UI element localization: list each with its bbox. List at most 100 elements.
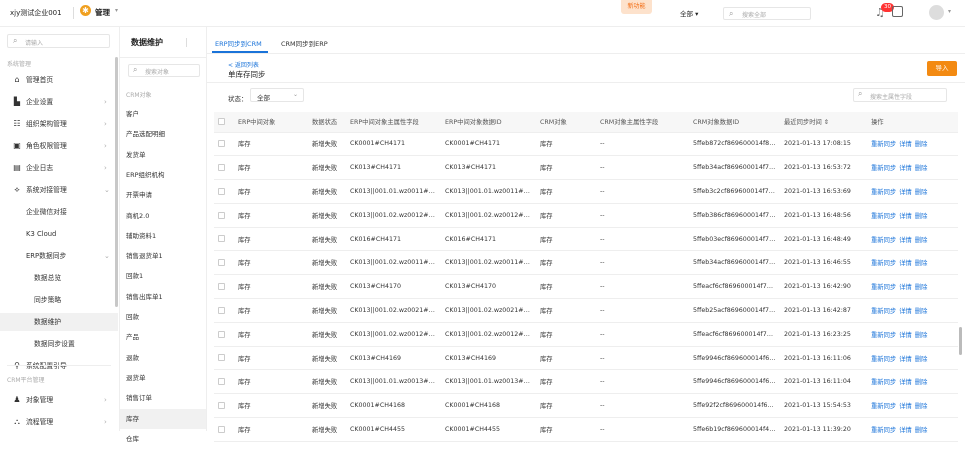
delete-link[interactable]: 删除: [915, 379, 928, 386]
detail-link[interactable]: 详情: [899, 356, 912, 363]
detail-link[interactable]: 详情: [899, 403, 912, 410]
resync-link[interactable]: 重新同步: [871, 213, 896, 220]
row-checkbox-cell[interactable]: [214, 393, 234, 419]
sidebar-search-input[interactable]: ⌕ 请输入: [7, 34, 110, 48]
message-icon[interactable]: [892, 6, 903, 17]
sidebar-scrollbar[interactable]: [115, 57, 118, 307]
chevron-down-icon[interactable]: ▾: [948, 8, 951, 15]
search-scope-select[interactable]: 全部 ▾: [680, 8, 698, 18]
delete-link[interactable]: 删除: [915, 213, 928, 220]
object-list-item[interactable]: 库存: [120, 408, 206, 429]
detail-link[interactable]: 详情: [899, 237, 912, 244]
sidebar-item-company-settings[interactable]: ▙ 企业设置 ›: [0, 93, 118, 111]
row-checkbox-cell[interactable]: [214, 155, 234, 181]
checkbox-icon[interactable]: [218, 354, 225, 362]
object-list-item[interactable]: 商机2.0: [120, 206, 206, 226]
back-to-list-link[interactable]: < 返回列表: [228, 60, 259, 69]
object-list-item[interactable]: 仓库: [120, 429, 206, 449]
checkbox-icon[interactable]: [218, 425, 225, 433]
checkbox-icon[interactable]: [218, 330, 225, 338]
new-feature-badge[interactable]: 新功能: [621, 0, 652, 14]
sidebar-item-data-maintenance[interactable]: 数据维护: [0, 313, 118, 331]
delete-link[interactable]: 删除: [915, 403, 928, 410]
row-checkbox-cell[interactable]: [214, 132, 234, 157]
object-list-item[interactable]: 退款: [120, 348, 206, 368]
checkbox-icon[interactable]: [218, 259, 225, 267]
row-checkbox-cell[interactable]: [214, 203, 234, 228]
sidebar-item-erp-sync[interactable]: ERP数据同步 ⌄: [0, 247, 118, 265]
sidebar-item-k3cloud[interactable]: K3 Cloud: [0, 225, 118, 243]
object-list-item[interactable]: 产品: [120, 327, 206, 347]
detail-link[interactable]: 详情: [899, 379, 912, 386]
row-checkbox-cell[interactable]: [214, 322, 234, 347]
sort-column-header[interactable]: 最近同步时间 ⇕: [780, 112, 867, 133]
detail-link[interactable]: 详情: [899, 332, 912, 339]
org-name[interactable]: xjy测试企业001: [10, 8, 62, 18]
sidebar-item-config-guide[interactable]: ⚲ 系统配置引导: [0, 357, 118, 375]
detail-link[interactable]: 详情: [899, 260, 912, 267]
checkbox-icon[interactable]: [218, 211, 225, 219]
object-list-item[interactable]: 客户: [120, 104, 206, 124]
sidebar-item-roles[interactable]: ▣ 角色权限管理 ›: [0, 137, 118, 155]
checkbox-icon[interactable]: [218, 401, 225, 409]
object-list-item[interactable]: 回款: [120, 307, 206, 327]
checkbox-icon[interactable]: [218, 235, 225, 243]
delete-link[interactable]: 删除: [915, 237, 928, 244]
sidebar-item-sync-strategy[interactable]: 同步策略: [0, 291, 118, 309]
detail-link[interactable]: 详情: [899, 189, 912, 196]
sidebar-item-logs[interactable]: ▤ 企业日志 ›: [0, 159, 118, 177]
sidebar-item-home[interactable]: ⌂ 管理首页: [0, 71, 118, 89]
sidebar-item-org-structure[interactable]: ☷ 组织架构管理 ›: [0, 115, 118, 133]
sidebar-item-data-overview[interactable]: 数据总览: [0, 269, 118, 287]
resync-link[interactable]: 重新同步: [871, 141, 896, 148]
resync-link[interactable]: 重新同步: [871, 308, 896, 315]
module-switcher[interactable]: 管理: [95, 7, 110, 18]
resync-link[interactable]: 重新同步: [871, 260, 896, 267]
status-filter-select[interactable]: 全部 ⌄: [250, 88, 304, 102]
object-list-item[interactable]: 辅助资料1: [120, 226, 206, 246]
object-list-item[interactable]: 销售退货单1: [120, 246, 206, 266]
row-checkbox-cell[interactable]: [214, 369, 234, 395]
object-list-item[interactable]: 开票申请: [120, 185, 206, 205]
chevron-down-icon[interactable]: ▾: [115, 7, 118, 14]
delete-link[interactable]: 删除: [915, 189, 928, 196]
checkbox-icon[interactable]: [218, 187, 225, 195]
resync-link[interactable]: 重新同步: [871, 379, 896, 386]
checkbox-icon[interactable]: [218, 118, 225, 125]
resync-link[interactable]: 重新同步: [871, 284, 896, 291]
resync-link[interactable]: 重新同步: [871, 165, 896, 172]
object-list-item[interactable]: 退货单: [120, 368, 206, 388]
row-checkbox-cell[interactable]: [214, 274, 234, 300]
tab-crm-to-erp[interactable]: CRM同步到ERP: [281, 38, 328, 48]
table-scrollbar[interactable]: [959, 327, 962, 355]
object-list-item[interactable]: ERP组织机构: [120, 165, 206, 185]
row-checkbox-cell[interactable]: [214, 346, 234, 371]
sidebar-item-object-management[interactable]: ♟ 对象管理 ›: [0, 391, 118, 409]
row-checkbox-cell[interactable]: [214, 298, 234, 323]
object-list-item[interactable]: 回款1: [120, 266, 206, 286]
object-search-input[interactable]: ⌕ 搜索对象: [128, 64, 200, 77]
resync-link[interactable]: 重新同步: [871, 189, 896, 196]
checkbox-icon[interactable]: [218, 163, 225, 171]
global-search-input[interactable]: ⌕ 搜索全部: [723, 7, 811, 20]
delete-link[interactable]: 删除: [915, 165, 928, 172]
detail-link[interactable]: 详情: [899, 141, 912, 148]
row-checkbox-cell[interactable]: [214, 250, 234, 276]
detail-link[interactable]: 详情: [899, 427, 912, 434]
checkbox-icon[interactable]: [218, 306, 225, 314]
row-checkbox-cell[interactable]: [214, 179, 234, 204]
object-list-item[interactable]: 销售订单: [120, 388, 206, 408]
resync-link[interactable]: 重新同步: [871, 403, 896, 410]
delete-link[interactable]: 删除: [915, 308, 928, 315]
delete-link[interactable]: 删除: [915, 284, 928, 291]
sidebar-item-flow-management[interactable]: ⛬ 流程管理 ›: [0, 413, 118, 431]
resync-link[interactable]: 重新同步: [871, 356, 896, 363]
avatar[interactable]: [929, 5, 944, 20]
row-checkbox-cell[interactable]: [214, 417, 234, 442]
object-list-item[interactable]: 发货单: [120, 145, 206, 165]
detail-link[interactable]: 详情: [899, 213, 912, 220]
delete-link[interactable]: 删除: [915, 427, 928, 434]
checkbox-icon[interactable]: [218, 140, 225, 148]
sidebar-item-system-integration[interactable]: ⟡ 系统对接管理 ⌄: [0, 181, 118, 199]
row-checkbox-cell[interactable]: [214, 227, 234, 252]
